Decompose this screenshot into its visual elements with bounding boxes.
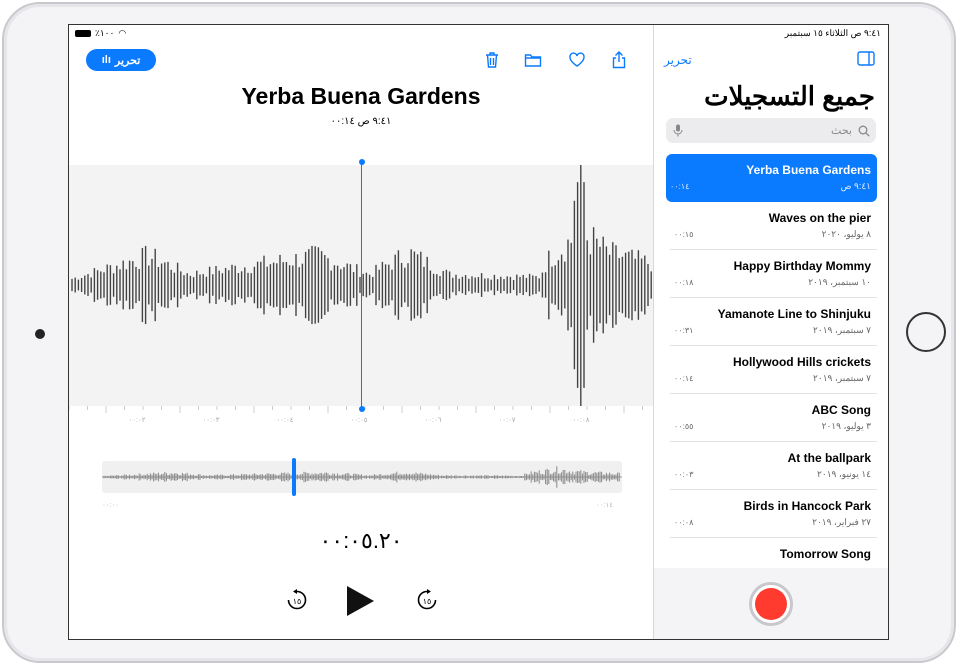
status-time-date: ٩:٤١ ص الثلاثاء ١٥ سبتمبر (784, 28, 881, 38)
playhead[interactable] (358, 159, 365, 412)
ruler-tick-label: ٠٠:٠٧ (498, 417, 516, 424)
recordings-list: Yerba Buena Gardens ٩:٤١ ص ٠٠:١٤ Waves on t… (666, 154, 877, 586)
recording-duration: ٠٠:١٨ (674, 278, 694, 287)
trash-icon[interactable] (483, 51, 501, 69)
recording-date: ٧ سبتمبر، ٢٠١٩ (813, 325, 871, 335)
recording-duration: ٠٠:٠٨ (674, 518, 694, 527)
recording-name: At the ballpark (787, 451, 871, 465)
waveform-icon: ılı (101, 54, 111, 66)
share-icon[interactable] (610, 51, 628, 69)
folder-icon[interactable] (524, 51, 542, 69)
record-icon (755, 588, 787, 620)
ruler-tick-label: ٠٠:٠٦ (424, 417, 442, 424)
recording-duration: ٠٠:٣١ (674, 326, 694, 335)
ruler-tick-label: ٠٠:٠٣ (202, 417, 220, 424)
recording-duration: ٠٠:١٤ (674, 374, 694, 383)
recording-subtitle: ٩:٤١ ص ٠٠:١٤ (330, 116, 392, 127)
overview-start-time: ٠٠:٠٠ (102, 502, 119, 509)
skip-back-button[interactable]: ١٥ (285, 588, 309, 617)
skip-back-label: ١٥ (293, 597, 302, 606)
recordings-sidebar: ٩:٤١ ص الثلاثاء ١٥ سبتمبر تحرير جميع الت… (653, 25, 888, 639)
wifi-icon: ◠ (118, 28, 127, 38)
skip-forward-icon: ١٥ (417, 589, 437, 610)
search-placeholder: بحث (831, 125, 852, 137)
search-field[interactable]: بحث (666, 118, 876, 143)
record-bar (654, 568, 888, 639)
recording-detail: ٪١٠٠ ◠ ılı تحرير Yerba Buena Gardens ٩:٤… (69, 25, 653, 639)
recording-list-item[interactable]: Hollywood Hills crickets ٧ سبتمبر، ٢٠١٩ ٠٠… (670, 346, 877, 394)
battery-icon (75, 30, 91, 37)
recording-name: Happy Birthday Mommy (733, 259, 871, 273)
play-button[interactable] (345, 585, 375, 622)
recording-title[interactable]: Yerba Buena Gardens (69, 83, 653, 110)
ruler-tick-label: ٠٠:٠٤ (276, 417, 294, 424)
recording-list-item[interactable]: ABC Song ٣ يوليو، ٢٠١٩ ٠٠:٥٥ (670, 394, 877, 442)
recording-name: Birds in Hancock Park (743, 499, 871, 513)
status-left: ٪١٠٠ ◠ (75, 28, 126, 39)
ruler-tick-label: ٠٠:٠٨ (572, 417, 590, 424)
recording-list-item[interactable]: Happy Birthday Mommy ١٠ سبتمبر، ٢٠١٩ ٠٠:١٨ (670, 250, 877, 298)
recording-date: ٨ يوليو، ٢٠٢٠ (821, 229, 871, 239)
recording-name: Yerba Buena Gardens (746, 163, 871, 177)
recording-duration: ٠٠:١٥ (674, 230, 694, 239)
skip-back-icon: ١٥ (287, 589, 307, 610)
recording-name: ABC Song (811, 403, 871, 417)
recording-list-item[interactable]: Yamanote Line to Shinjuku ٧ سبتمبر، ٢٠١٩ ٠… (670, 298, 877, 346)
edit-label: تحرير (114, 54, 141, 67)
recording-duration: ٠٠:٥٥ (674, 422, 694, 431)
playhead-top-handle[interactable] (358, 159, 365, 165)
recording-duration: ٠٠:١٤ (670, 182, 690, 191)
recording-name: Hollywood Hills crickets (732, 355, 871, 369)
recording-date: ٢٧ فبراير، ٢٠١٩ (812, 517, 871, 527)
play-icon (347, 586, 374, 616)
recording-date: ٣ يوليو، ٢٠١٩ (821, 421, 871, 431)
playhead-bottom-handle[interactable] (358, 406, 365, 412)
ruler-tick-label: ٠٠:٠٥ (350, 417, 368, 424)
recording-name: Waves on the pier (768, 211, 871, 225)
heart-icon[interactable] (568, 51, 586, 69)
sidebar-edit-button[interactable]: تحرير (664, 53, 692, 67)
sidebar-title: جميع التسجيلات (704, 81, 875, 111)
skip-forward-label: ١٥ (423, 597, 432, 606)
overview-end-time: ٠٠:١٤ (596, 502, 613, 509)
recording-date: ١٠ سبتمبر، ٢٠١٩ (808, 277, 871, 287)
recording-list-item[interactable]: Birds in Hancock Park ٢٧ فبراير، ٢٠١٩ ٠٠:٠… (670, 490, 877, 538)
recording-date: ١٤ يونيو، ٢٠١٩ (817, 469, 871, 479)
recording-name: Tomorrow Song (779, 547, 871, 561)
skip-forward-button[interactable]: ١٥ (415, 588, 439, 617)
screen: ٪١٠٠ ◠ ılı تحرير Yerba Buena Gardens ٩:٤… (68, 24, 889, 640)
home-button[interactable] (906, 312, 946, 352)
record-button[interactable] (749, 582, 793, 626)
recording-list-item[interactable]: Yerba Buena Gardens ٩:٤١ ص ٠٠:١٤ (666, 154, 877, 202)
current-time: ٠٠:٠٥.٢٠ (319, 528, 403, 553)
search-icon (858, 125, 870, 137)
ruler-tick-label: ٠٠:٠٢ (128, 417, 146, 424)
edit-recording-button[interactable]: ılı تحرير (86, 49, 156, 71)
recording-date: ٩:٤١ ص (840, 181, 871, 191)
battery-percent: ٪١٠٠ (95, 28, 115, 38)
sidebar-toggle-icon[interactable] (857, 51, 875, 66)
front-camera (35, 329, 45, 339)
recording-list-item[interactable]: At the ballpark ١٤ يونيو، ٢٠١٩ ٠٠:٠٣ (670, 442, 877, 490)
recording-name: Yamanote Line to Shinjuku (717, 307, 871, 321)
microphone-icon[interactable] (673, 124, 683, 137)
recording-list-item[interactable]: Waves on the pier ٨ يوليو، ٢٠٢٠ ٠٠:١٥ (670, 202, 877, 250)
recording-date: ٧ سبتمبر، ٢٠١٩ (813, 373, 871, 383)
overview-playhead[interactable] (292, 458, 297, 496)
overview-waveform[interactable] (102, 461, 622, 493)
recording-duration: ٠٠:٠٣ (674, 470, 694, 479)
